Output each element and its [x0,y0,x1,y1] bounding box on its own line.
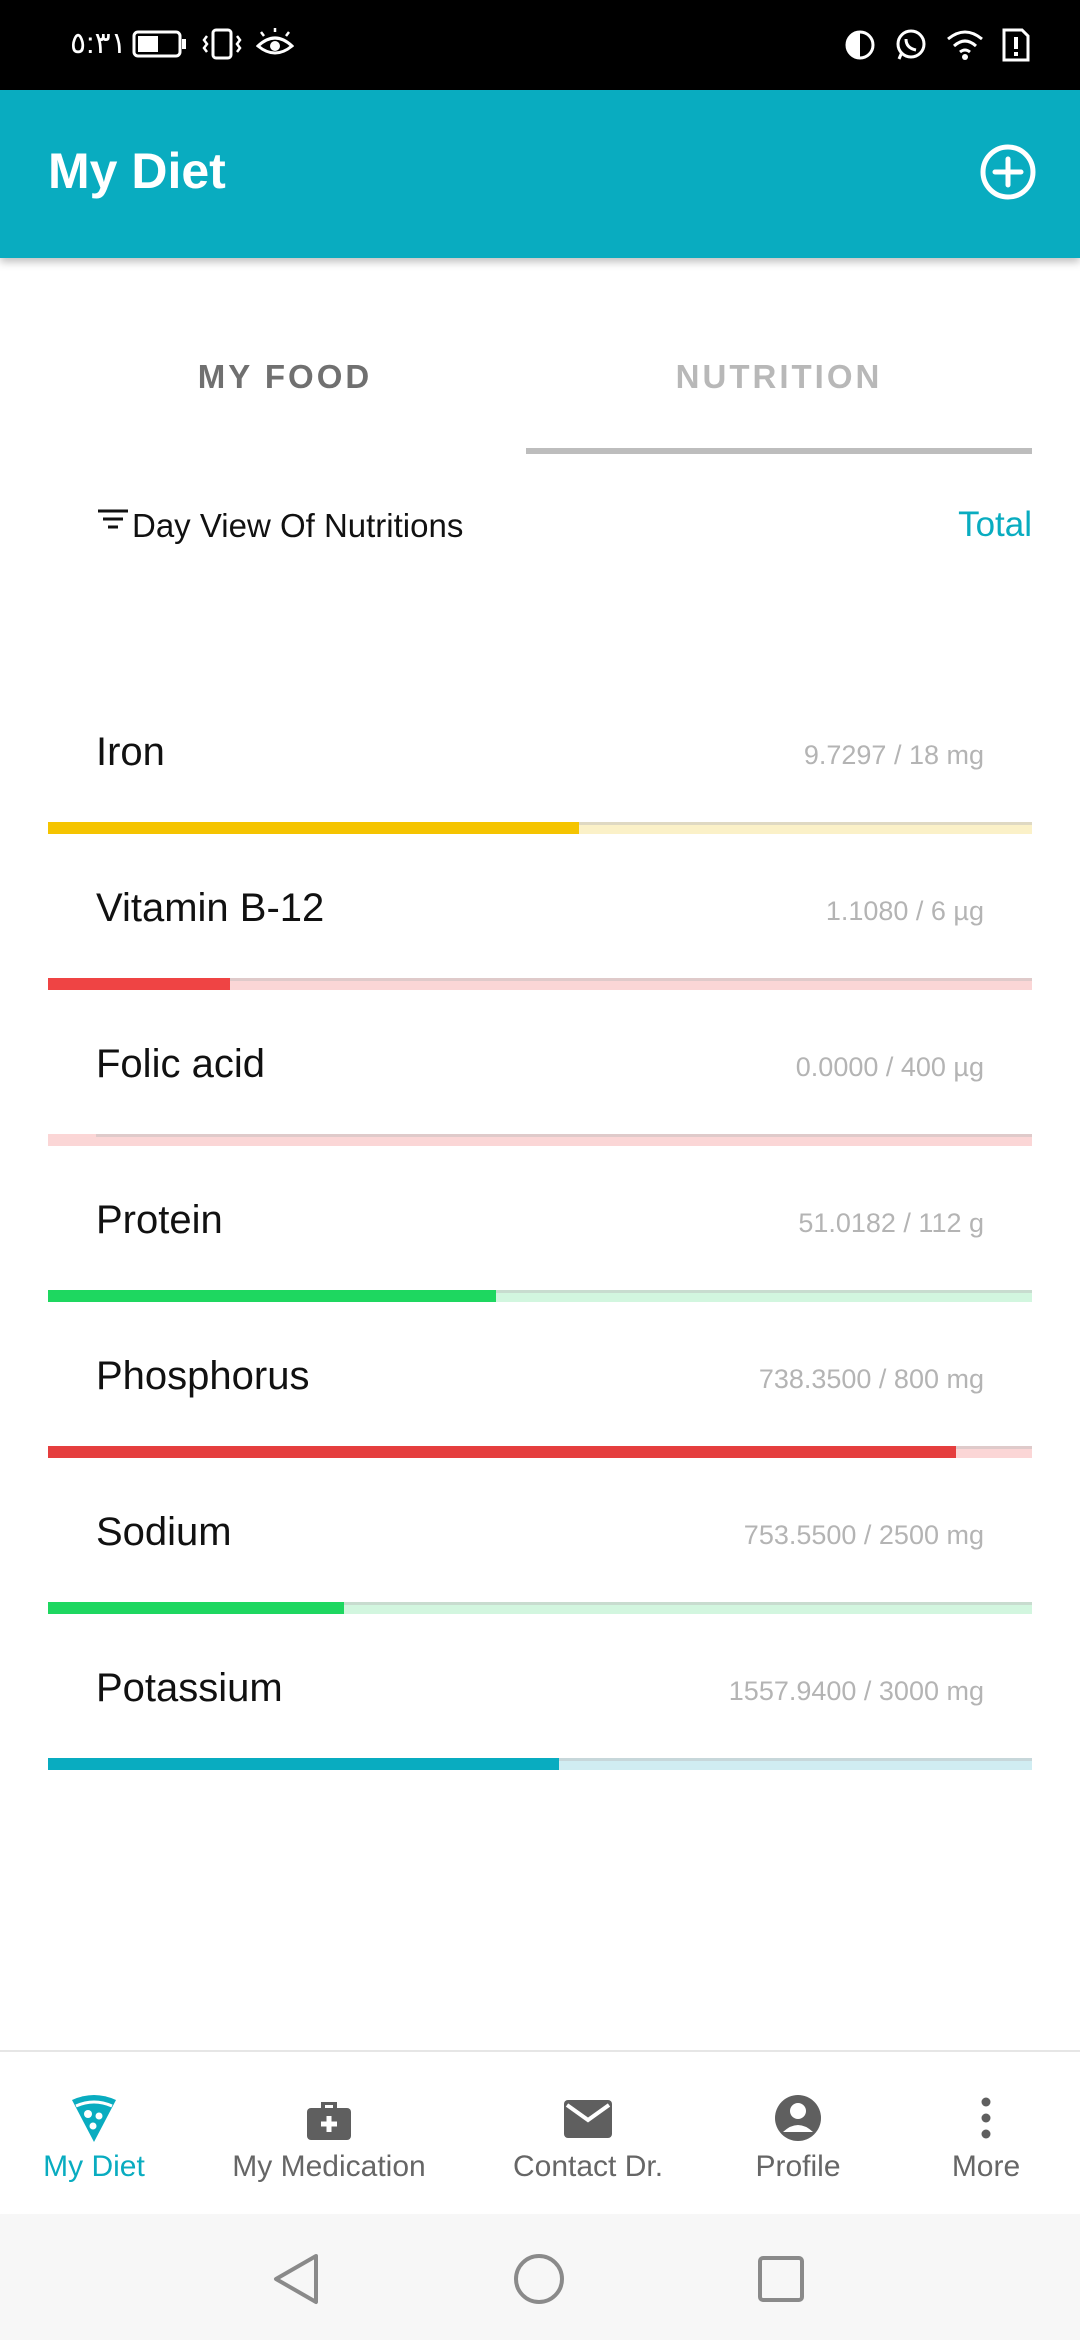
nutrient-name: Vitamin B-12 [96,886,325,930]
whatsapp-icon [896,29,926,60]
more-vertical-icon [981,2097,991,2139]
progress-bar [48,1134,1032,1146]
progress-bar [48,822,1032,834]
status-time: ٥:٣١ [70,27,127,60]
nav-label: Profile [755,2150,841,2183]
nav-my-medication[interactable]: My Medication [215,2092,443,2184]
home-icon[interactable] [512,2252,566,2306]
page-title: My Diet [48,143,226,199]
vibrate-icon [202,28,242,60]
back-icon[interactable] [270,2252,322,2306]
nav-contact-dr[interactable]: Contact Dr. [500,2092,676,2184]
nav-my-diet[interactable]: My Diet [30,2092,158,2184]
nav-profile[interactable]: Profile [738,2092,858,2184]
progress-bar [48,1758,1032,1770]
list-item: Iron 9.7297 / 18 mg [0,700,1080,856]
list-item: Protein 51.0182 / 112 g [0,1168,1080,1324]
wifi-icon [947,30,983,60]
nutrient-name: Phosphorus [96,1354,310,1398]
account-icon [775,2095,821,2141]
list-item: Phosphorus 738.3500 / 800 mg [0,1324,1080,1480]
progress-bar [48,978,1032,990]
tab-my-food[interactable]: MY FOOD [32,358,538,396]
progress-fill [48,1290,496,1302]
nutrient-value: 0.0000 / 400 µg [795,1052,984,1082]
nav-label: My Diet [43,2150,145,2183]
pizza-icon [72,2095,116,2142]
nutrient-name: Protein [96,1198,223,1242]
progress-fill [48,978,231,990]
bottom-nav: My Diet My Medication Contact Dr. Profil… [0,2050,1080,2214]
nutrient-value: 1.1080 / 6 µg [825,896,984,926]
recents-icon[interactable] [756,2252,806,2306]
nav-label: My Medication [232,2150,426,2183]
list-item: Potassium 1557.9400 / 3000 mg [0,1636,1080,1792]
battery-icon [132,30,186,58]
progress-fill [48,1758,559,1770]
status-bar: ٥:٣١ [0,0,1080,90]
nav-more[interactable]: More [938,2092,1034,2184]
progress-fill [48,1602,345,1614]
progress-bar [48,1602,1032,1614]
nutrient-name: Sodium [96,1510,232,1554]
nutrient-list: Iron 9.7297 / 18 mg Vitamin B-12 1.1080 … [0,700,1080,1792]
tab-indicator [526,448,1032,454]
nav-label: Contact Dr. [512,2150,664,2183]
day-view-filter[interactable]: Day View Of Nutritions [132,507,463,545]
add-button[interactable] [978,142,1038,202]
list-item: Vitamin B-12 1.1080 / 6 µg [0,856,1080,1012]
sim-alert-icon [1002,28,1030,62]
nutrient-value: 1557.9400 / 3000 mg [728,1676,984,1706]
nav-label: More [951,2150,1021,2183]
nutrient-value: 51.0182 / 112 g [798,1208,984,1238]
total-link[interactable]: Total [958,505,1032,545]
add-circle-icon [980,144,1036,200]
nutrient-value: 9.7297 / 18 mg [803,740,984,770]
medkit-icon [307,2102,351,2140]
nutrient-name: Folic acid [96,1042,265,1086]
nutrient-name: Iron [96,730,165,774]
dark-mode-icon [845,30,875,60]
list-item: Folic acid 0.0000 / 400 µg [0,1012,1080,1168]
nutrient-name: Potassium [96,1666,283,1710]
nutrient-value: 738.3500 / 800 mg [758,1364,984,1394]
system-nav-bar [0,2214,1080,2340]
progress-bar [48,1290,1032,1302]
eye-comfort-icon [256,28,294,55]
mail-icon [564,2100,612,2138]
list-item: Sodium 753.5500 / 2500 mg [0,1480,1080,1636]
progress-bar [48,1446,1032,1458]
app-bar: My Diet [0,90,1080,258]
tab-bar: MY FOOD NUTRITION [0,310,1080,460]
progress-fill [48,822,580,834]
progress-fill [48,1446,957,1458]
tab-nutrition[interactable]: NUTRITION [526,358,1032,396]
filter-row: Day View Of Nutritions Total [0,495,1080,555]
filter-icon[interactable] [96,507,130,537]
nutrient-value: 753.5500 / 2500 mg [743,1520,984,1550]
